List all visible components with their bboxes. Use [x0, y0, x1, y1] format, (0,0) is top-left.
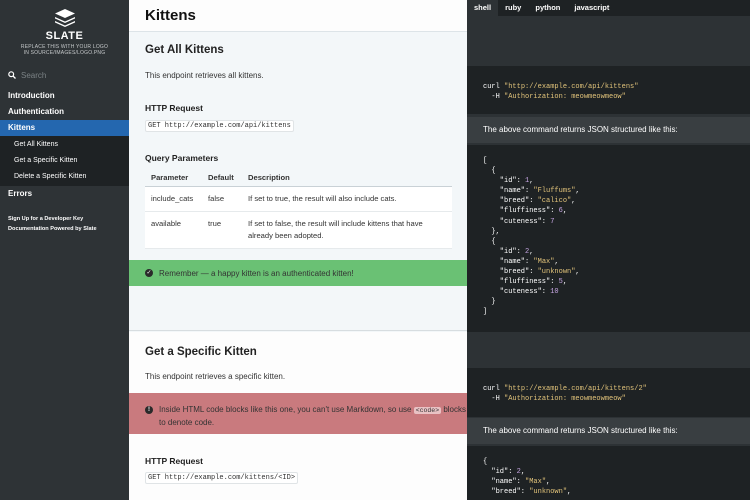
success-notice: ✓ Remember — a happy kitten is an authen… [129, 260, 467, 286]
http-request-code: GET http://example.com/kittens/<ID> [145, 472, 299, 484]
param-description: If set to false, the result will include… [242, 211, 452, 249]
lang-tab-ruby[interactable]: ruby [498, 0, 528, 16]
table-header-row: Parameter Default Description [145, 170, 452, 187]
code-string: "http://example.com/api/kittens/2" [504, 385, 647, 393]
code-text: -H [483, 395, 505, 404]
query-params-table: Parameter Default Description include_ca… [145, 170, 452, 249]
inline-code-tag: <code> [413, 407, 442, 414]
section-heading-get-all-kittens: Get All Kittens [145, 44, 224, 56]
nav-errors[interactable]: Errors [0, 186, 129, 202]
subnav-get-all-kittens[interactable]: Get All Kittens [0, 137, 129, 153]
nav-introduction[interactable]: Introduction [0, 88, 129, 104]
code-string: "Max" [533, 257, 555, 266]
code-string: "unknown" [529, 488, 568, 497]
code-string: "Fluffums" [533, 187, 576, 196]
language-selector: shell ruby python javascript [467, 0, 750, 16]
param-description: If set to true, the result will also inc… [242, 186, 452, 212]
lang-tab-python[interactable]: python [528, 0, 567, 16]
logo-title: SLATE [45, 30, 84, 42]
nav-kittens[interactable]: Kittens [0, 120, 129, 136]
code-number: 5 [558, 278, 563, 287]
code-block-curl-specific: curl "http://example.com/api/kittens/2" … [467, 368, 750, 417]
json-note: The above command returns JSON structure… [467, 418, 750, 444]
column-header-default: Default [202, 170, 242, 187]
code-pane: shell ruby python javascript curl "http:… [467, 0, 750, 500]
code-string: "http://example.com/api/kittens" [504, 83, 639, 91]
column-header-description: Description [242, 170, 452, 187]
search-box [8, 68, 129, 82]
param-default: true [202, 211, 242, 249]
subnav-get-specific-kitten[interactable]: Get a Specific Kitten [0, 153, 129, 169]
section-description: This endpoint retrieves all kittens. [145, 71, 264, 80]
code-string: "Max" [525, 478, 547, 487]
nav-authentication[interactable]: Authentication [0, 104, 129, 120]
signup-developer-key-link[interactable]: Sign Up for a Developer Key [8, 214, 129, 224]
table-row: include_cats false If set to true, the r… [145, 186, 452, 212]
section-divider [129, 330, 467, 331]
main-content: Kittens Get All Kittens This endpoint re… [129, 0, 467, 500]
kittens-subnav: Get All Kittens Get a Specific Kitten De… [0, 136, 129, 186]
code-text: curl [483, 385, 505, 393]
code-number: 7 [550, 217, 555, 226]
code-number: 2 [516, 468, 521, 477]
json-note: The above command returns JSON structure… [467, 117, 750, 143]
code-number: 6 [558, 207, 563, 216]
param-default: false [202, 186, 242, 212]
exclamation-icon: ! [145, 406, 153, 414]
code-number: 1 [525, 177, 530, 186]
code-string: "Authorization: meowmeowmeow" [504, 93, 626, 102]
code-text: curl [483, 83, 505, 91]
stack-logo-icon [54, 9, 75, 27]
success-notice-text: Remember — a happy kitten is an authenti… [159, 268, 354, 278]
error-notice: ! Inside HTML code blocks like this one,… [129, 393, 467, 434]
param-name: available [145, 211, 202, 249]
code-text: -H [483, 93, 505, 102]
lang-tab-shell[interactable]: shell [467, 0, 499, 16]
sidebar-footer: Sign Up for a Developer Key Documentatio… [0, 214, 129, 234]
http-request-heading: HTTP Request [145, 456, 203, 466]
subnav-delete-specific-kitten[interactable]: Delete a Specific Kitten [0, 169, 129, 185]
code-number: 10 [550, 288, 559, 297]
code-block-json-all: [ { "id": 1, "name": "Fluffums", "breed"… [467, 145, 750, 332]
code-number: 2 [525, 247, 530, 256]
code-block-curl-all: curl "http://example.com/api/kittens" -H… [467, 66, 750, 114]
logo-subtitle: REPLACE THIS WITH YOUR LOGO IN SOURCE/IM… [21, 44, 108, 56]
sidebar: SLATE REPLACE THIS WITH YOUR LOGO IN SOU… [0, 0, 129, 500]
table-row: available true If set to false, the resu… [145, 211, 452, 249]
checkmark-icon: ✓ [145, 269, 153, 277]
section-heading-get-specific-kitten: Get a Specific Kitten [145, 346, 257, 358]
error-notice-text-part: Inside HTML code blocks like this one, y… [159, 405, 414, 414]
section-description: This endpoint retrieves a specific kitte… [145, 372, 286, 381]
code-string: "calico" [537, 197, 572, 206]
search-icon [8, 71, 16, 79]
http-request-heading: HTTP Request [145, 103, 203, 113]
powered-by-slate-link[interactable]: Documentation Powered by Slate [8, 224, 129, 234]
code-string: "unknown" [537, 268, 576, 277]
param-name: include_cats [145, 186, 202, 212]
code-block-json-specific: { "id": 2, "name": "Max", "breed": "unkn… [467, 446, 750, 500]
http-request-code: GET http://example.com/api/kittens [145, 120, 294, 132]
code-string: "Authorization: meowmeowmeow" [504, 395, 626, 404]
error-notice-text: Inside HTML code blocks like this one, y… [159, 404, 467, 429]
search-input[interactable] [21, 70, 121, 80]
lang-tab-javascript[interactable]: javascript [567, 0, 616, 16]
column-header-parameter: Parameter [145, 170, 202, 187]
page-title: Kittens [129, 0, 467, 32]
logo-subtitle-line-2: IN SOURCE/IMAGES/LOGO.PNG [23, 50, 106, 56]
logo[interactable]: SLATE REPLACE THIS WITH YOUR LOGO IN SOU… [0, 0, 129, 56]
query-params-heading: Query Parameters [145, 153, 219, 163]
